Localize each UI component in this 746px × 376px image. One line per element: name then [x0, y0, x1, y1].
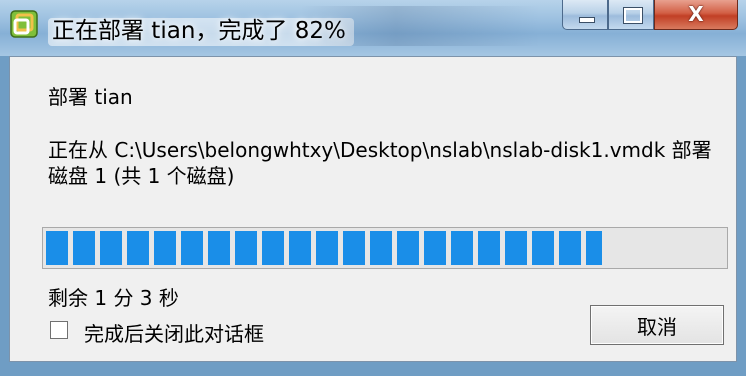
minimize-icon	[579, 17, 595, 23]
minimize-button[interactable]	[562, 0, 608, 30]
title-bar[interactable]: 正在部署 tian，完成了 82% X	[0, 0, 746, 56]
close-when-done-checkbox[interactable]	[50, 321, 68, 339]
caption-buttons: X	[562, 0, 738, 30]
cancel-button[interactable]: 取消	[590, 305, 724, 345]
maximize-icon	[623, 7, 643, 24]
dialog-body: 部署 tian 正在从 C:\Users\belongwhtxy\Desktop…	[9, 56, 737, 362]
progress-bar	[42, 227, 728, 269]
window-title-label: 正在部署 tian，完成了 82%	[48, 18, 354, 46]
deploy-progress-dialog: 正在部署 tian，完成了 82% X 部署 tian 正在从 C:\Users…	[0, 0, 746, 376]
maximize-button[interactable]	[608, 0, 654, 30]
deploy-heading: 部署 tian	[48, 85, 133, 109]
window-title: 正在部署 tian，完成了 82%	[48, 11, 354, 46]
time-remaining: 剩余 1 分 3 秒	[48, 286, 179, 310]
close-when-done-label[interactable]: 完成后关闭此对话框	[84, 318, 264, 347]
close-button[interactable]: X	[654, 0, 738, 30]
vsphere-app-icon	[10, 10, 38, 38]
progress-bar-fill	[46, 231, 602, 265]
deploy-status-text: 正在从 C:\Users\belongwhtxy\Desktop\nslab\n…	[48, 138, 712, 188]
close-icon: X	[688, 2, 704, 26]
